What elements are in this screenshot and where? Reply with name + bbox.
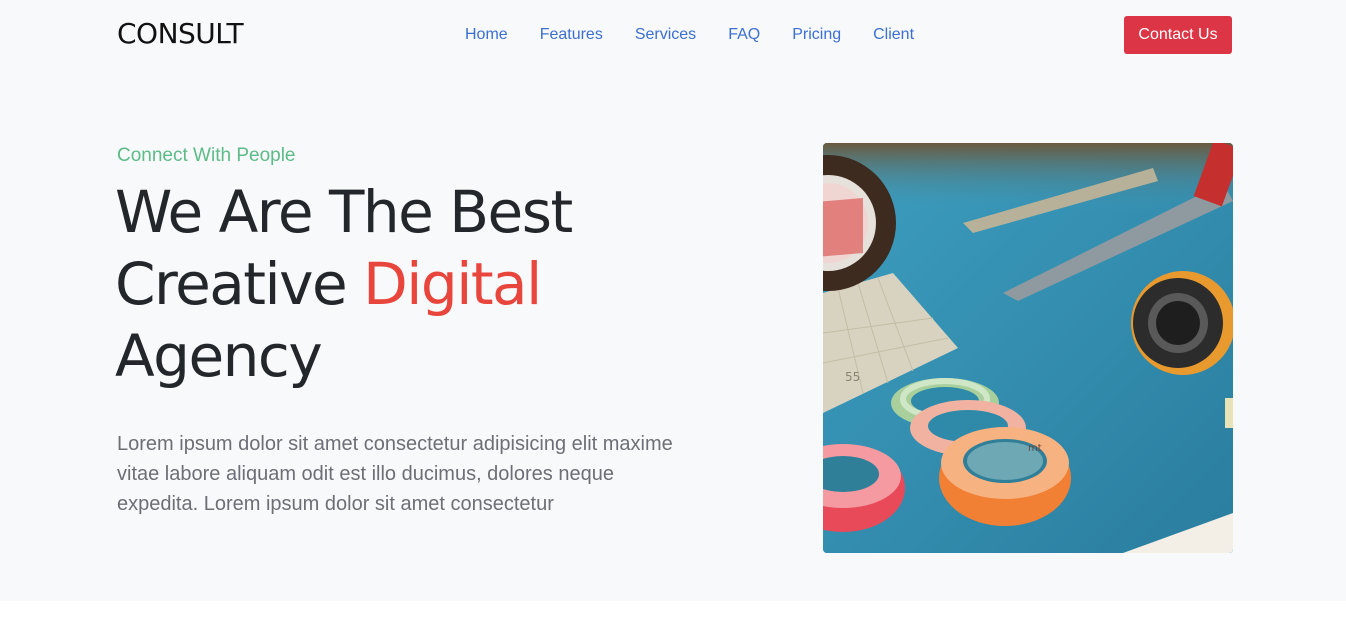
- tape-brand-label: mt: [1028, 443, 1042, 454]
- hero-eyebrow: Connect With People: [117, 145, 296, 166]
- page: CONSULT Home Features Services FAQ Prici…: [0, 0, 1346, 631]
- nav-link-pricing[interactable]: Pricing: [792, 24, 841, 46]
- nav-menu: Home Features Services FAQ Pricing Clien…: [465, 24, 946, 46]
- nav-link-client[interactable]: Client: [873, 24, 914, 46]
- brand-logo[interactable]: CONSULT: [117, 16, 244, 52]
- hero-lead-text: Lorem ipsum dolor sit amet consectetur a…: [117, 433, 673, 515]
- nav-link-faq[interactable]: FAQ: [728, 24, 760, 46]
- navbar: CONSULT Home Features Services FAQ Prici…: [0, 0, 1346, 68]
- hero-image: 55 mt: [823, 143, 1233, 553]
- contact-us-button[interactable]: Contact Us: [1124, 16, 1232, 54]
- craft-tools-photo: 55 mt: [823, 143, 1233, 553]
- headline-accent: Digital: [363, 250, 542, 318]
- nav-link-home[interactable]: Home: [465, 24, 508, 46]
- headline-text-2: Agency: [115, 322, 323, 390]
- nav-link-features[interactable]: Features: [540, 24, 603, 46]
- hero-headline: We Are The Best Creative Digital Agency: [115, 176, 675, 392]
- mat-number-label: 55: [845, 370, 860, 384]
- nav-link-services[interactable]: Services: [635, 24, 696, 46]
